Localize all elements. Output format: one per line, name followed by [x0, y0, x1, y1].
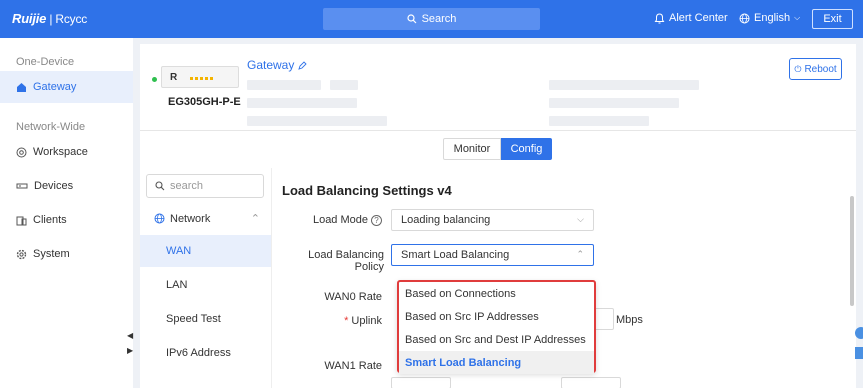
wan0-rate-label: WAN0 Rate [324, 291, 382, 303]
device-image: R [161, 66, 239, 88]
sidebar-item-label: Workspace [33, 146, 88, 158]
policy-dropdown-menu: Based on Connections Based on Src IP Add… [397, 280, 596, 374]
logo-product: Rcycc [55, 12, 88, 26]
redacted-info [330, 80, 358, 90]
dropdown-option-src-ip[interactable]: Based on Src IP Addresses [399, 305, 594, 328]
redacted-info [247, 116, 387, 126]
globe-icon [154, 213, 165, 224]
home-icon [17, 82, 26, 92]
reboot-button[interactable]: ⏻ Reboot [789, 58, 842, 80]
redacted-info [549, 80, 699, 90]
nav-group-label: Network [170, 212, 211, 225]
wan1-input-2[interactable] [561, 377, 621, 388]
policy-select[interactable]: Smart Load Balancing ⌃ [391, 244, 594, 266]
alert-center-label: Alert Center [669, 12, 728, 24]
collapse-handle[interactable]: ◀ ▶ [127, 328, 135, 358]
section-one-device: One-Device [16, 56, 75, 68]
divider [140, 130, 856, 131]
app-logo[interactable]: Ruijie | Rcycc [12, 11, 87, 26]
section-title: Load Balancing Settings v4 [282, 183, 452, 198]
sidebar-item-label: Clients [33, 214, 67, 226]
redacted-info [549, 116, 649, 126]
online-status-dot [152, 77, 157, 82]
gear-icon [16, 249, 27, 259]
sidebar-item-label: Devices [34, 180, 74, 192]
content-panel: R EG305GH-P-E Gateway ⏻ Reboot Monitor C… [127, 44, 856, 388]
main-sidebar: One-Device Gateway Network-Wide Workspac… [0, 38, 133, 388]
redacted-info [247, 80, 321, 90]
nav-group-network[interactable]: Network ⌃ [154, 212, 266, 225]
power-icon: ⏻ [794, 63, 802, 74]
dropdown-option-src-dest-ip[interactable]: Based on Src and Dest IP Addresses [399, 328, 594, 351]
sidebar-item-label: System [33, 248, 70, 260]
sidebar-item-devices[interactable]: Devices [0, 170, 133, 202]
load-mode-value: Loading balancing [401, 214, 491, 226]
help-widget-icon[interactable] [849, 325, 863, 361]
exit-button[interactable]: Exit [812, 9, 853, 29]
uplink-unit: Mbps [616, 314, 643, 326]
section-network-wide: Network-Wide [16, 121, 86, 133]
devices-icon [16, 183, 28, 189]
load-mode-select[interactable]: Loading balancing ⌵ [391, 209, 594, 231]
search-icon [155, 181, 165, 191]
sidebar-item-system[interactable]: System [0, 238, 133, 270]
uplink-label: * Uplink [344, 315, 382, 327]
tab-config[interactable]: Config [501, 138, 552, 160]
language-label: English [754, 12, 791, 24]
logo-brand: Ruijie [12, 11, 47, 26]
dropdown-option-smart[interactable]: Smart Load Balancing [399, 351, 594, 374]
alert-center-button[interactable]: Alert Center [654, 12, 728, 24]
sidebar-item-gateway[interactable]: Gateway [0, 71, 133, 103]
clients-icon [16, 216, 27, 225]
chevron-down-icon: ⌵ [794, 13, 801, 22]
workspace-icon [16, 147, 27, 157]
nav-item-speed-test[interactable]: Speed Test [140, 303, 271, 335]
redacted-info [247, 98, 357, 108]
device-name-label: Gateway [247, 58, 295, 72]
nav-item-ipv6-address[interactable]: IPv6 Address [140, 337, 271, 369]
chevron-down-icon: ⌵ [577, 214, 584, 224]
policy-label: Load Balancing Policy [308, 249, 384, 273]
search-label: Search [421, 13, 457, 25]
reboot-label: Reboot [804, 63, 837, 75]
language-selector[interactable]: English ⌵ [739, 12, 800, 24]
device-name: Gateway [247, 58, 307, 72]
bell-icon [654, 12, 665, 23]
config-nav-search[interactable]: search [146, 174, 264, 198]
nav-item-wan[interactable]: WAN [140, 235, 271, 267]
help-icon[interactable]: ? [371, 215, 382, 226]
edit-icon[interactable] [298, 60, 307, 70]
tab-monitor[interactable]: Monitor [443, 138, 501, 160]
globe-icon [739, 13, 750, 23]
device-model: EG305GH-P-E [168, 96, 241, 108]
wan1-rate-label: WAN1 Rate [324, 360, 382, 372]
dropdown-option-connections[interactable]: Based on Connections [399, 282, 594, 305]
search-icon [406, 14, 416, 24]
global-search-button[interactable]: Search [323, 8, 540, 30]
chevron-up-icon: ⌃ [250, 213, 260, 225]
sidebar-item-clients[interactable]: Clients [0, 204, 133, 236]
sidebar-item-workspace[interactable]: Workspace [0, 136, 133, 168]
scrollbar[interactable] [850, 196, 854, 306]
nav-item-lan[interactable]: LAN [140, 269, 271, 301]
chevron-up-icon: ⌃ [576, 249, 584, 259]
config-nav: ◀ ▶ search Network ⌃ WAN LAN Speed Test I… [127, 168, 272, 388]
policy-value: Smart Load Balancing [401, 249, 510, 261]
redacted-info [549, 98, 679, 108]
load-mode-label: Load Mode? [300, 214, 382, 226]
wan1-input[interactable] [391, 377, 451, 388]
sidebar-item-label: Gateway [33, 81, 77, 93]
top-bar: Ruijie | Rcycc Search Alert Center Engli… [0, 0, 863, 38]
search-placeholder: search [170, 180, 204, 192]
